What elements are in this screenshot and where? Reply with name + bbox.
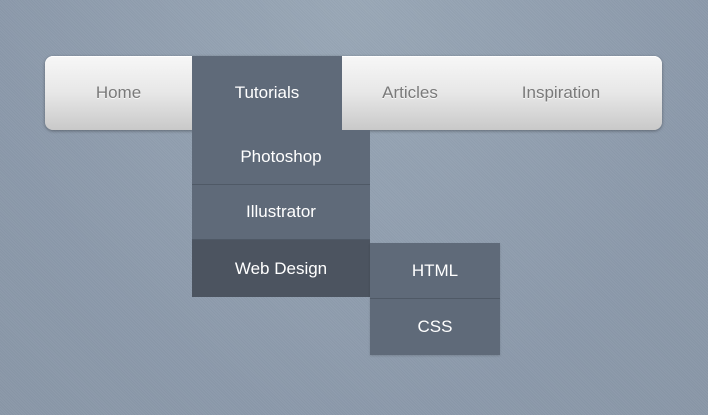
dropdown-item-web-design[interactable]: Web Design — [192, 240, 370, 297]
dropdown-item-photoshop[interactable]: Photoshop — [192, 130, 370, 185]
tutorials-dropdown: Photoshop Illustrator Web Design — [192, 130, 370, 297]
submenu-item-css[interactable]: CSS — [370, 299, 500, 355]
web-design-submenu: HTML CSS — [370, 243, 500, 355]
nav-item-inspiration[interactable]: Inspiration — [478, 56, 644, 130]
submenu-item-html[interactable]: HTML — [370, 243, 500, 299]
nav-item-home[interactable]: Home — [45, 56, 192, 130]
nav-item-tutorials[interactable]: Tutorials — [192, 56, 342, 130]
main-navbar: Home Tutorials Articles Inspiration — [45, 56, 662, 130]
nav-item-articles[interactable]: Articles — [342, 56, 478, 130]
dropdown-item-illustrator[interactable]: Illustrator — [192, 185, 370, 240]
